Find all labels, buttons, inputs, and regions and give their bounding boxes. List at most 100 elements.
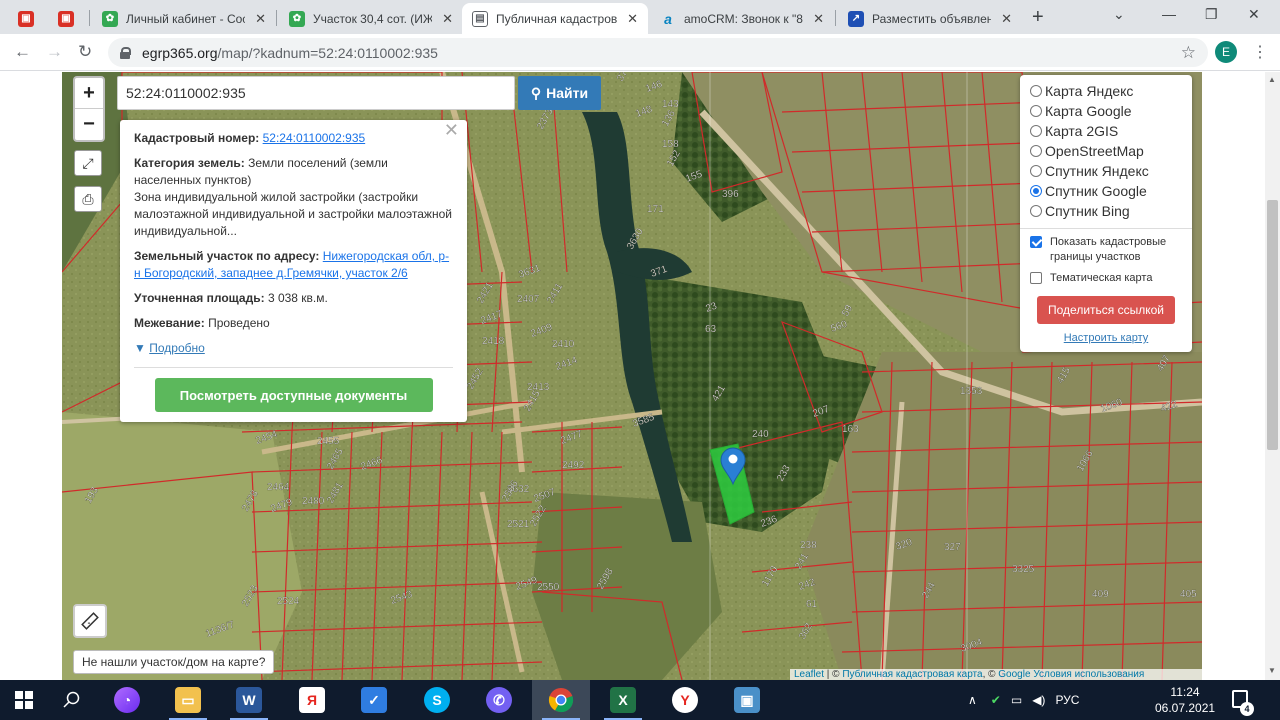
tab-pinned-2[interactable]: ▣ bbox=[48, 3, 88, 34]
tab-title: Личный кабинет - Сос bbox=[126, 11, 246, 26]
profile-avatar[interactable]: E bbox=[1215, 41, 1237, 63]
browser-menu-icon[interactable]: ⋮ bbox=[1252, 42, 1268, 62]
page-scrollbar[interactable]: ▲ ▼ bbox=[1265, 72, 1280, 680]
close-icon[interactable]: ✕ bbox=[1001, 11, 1012, 27]
ruler-icon[interactable] bbox=[73, 604, 107, 638]
google-link[interactable]: Google bbox=[998, 669, 1030, 680]
todo-icon[interactable]: ✓ bbox=[345, 680, 403, 720]
layer-radio[interactable] bbox=[1030, 105, 1042, 117]
thematic-map-checkbox[interactable] bbox=[1030, 272, 1042, 284]
parcel-number-label: 2550 bbox=[537, 582, 560, 593]
address-row: Земельный участок по адресу: Нижегородск… bbox=[134, 248, 453, 282]
system-clock[interactable]: 11:24 06.07.2021 bbox=[1155, 684, 1215, 716]
view-documents-button[interactable]: Посмотреть доступные документы bbox=[154, 378, 433, 412]
show-borders-option[interactable]: Показать кадастровые границы участков bbox=[1030, 235, 1182, 265]
fullscreen-icon[interactable]: ⤢ bbox=[74, 150, 102, 176]
not-found-link[interactable]: Не нашли участок/дом на карте? bbox=[73, 650, 275, 674]
chrome-icon[interactable] bbox=[532, 680, 590, 720]
restore-button[interactable]: ❐ bbox=[1205, 6, 1218, 23]
address-bar[interactable]: egrp365.org/map/?kadnum=52:24:0110002:93… bbox=[108, 38, 1208, 67]
layer-radio[interactable] bbox=[1030, 165, 1042, 177]
leaflet-link[interactable]: Leaflet bbox=[794, 669, 824, 680]
parcel-number-label: 3632 bbox=[507, 484, 530, 495]
skype-icon[interactable]: S bbox=[408, 680, 466, 720]
configure-map-link[interactable]: Настроить карту bbox=[1030, 332, 1182, 344]
layer-radio[interactable] bbox=[1030, 185, 1042, 197]
parcel-number-label: 240 bbox=[752, 429, 769, 440]
map-attribution: Leaflet | © Публичная кадастровая карта,… bbox=[790, 669, 1202, 680]
search-icon[interactable] bbox=[48, 680, 96, 720]
word-icon[interactable]: W bbox=[220, 680, 278, 720]
tab-personal-account[interactable]: ✿ Личный кабинет - Сос ✕ bbox=[92, 3, 276, 34]
new-tab-button[interactable]: + bbox=[1032, 6, 1044, 29]
layer-radio[interactable] bbox=[1030, 205, 1042, 217]
alice-assistant-icon[interactable]: ◔ bbox=[98, 680, 156, 720]
close-icon[interactable]: ✕ bbox=[255, 11, 266, 27]
tab-search-button[interactable]: ⌄ bbox=[1113, 6, 1125, 23]
layer-option[interactable]: Карта Google bbox=[1030, 101, 1182, 121]
zone-text: Зона индивидуальной жилой застройки (зас… bbox=[134, 190, 452, 238]
find-button[interactable]: ⚲ Найти bbox=[518, 76, 601, 110]
yandex-icon[interactable]: Y bbox=[656, 680, 714, 720]
thematic-map-option[interactable]: Тематическая карта bbox=[1030, 271, 1182, 286]
tab-cadastral-map[interactable]: ▤ Публичная кадастрова ✕ bbox=[462, 3, 648, 34]
layer-radio[interactable] bbox=[1030, 85, 1042, 97]
layer-option[interactable]: Карта 2GIS bbox=[1030, 121, 1182, 141]
input-language[interactable]: РУС bbox=[1055, 693, 1079, 707]
close-icon[interactable]: ✕ bbox=[627, 11, 638, 27]
viber-icon[interactable]: ✆ bbox=[470, 680, 528, 720]
yandex-browser-icon[interactable]: Я bbox=[283, 680, 341, 720]
show-hidden-icons-icon[interactable]: ∧ bbox=[968, 693, 977, 707]
terms-link[interactable]: Условия использования bbox=[1033, 669, 1144, 680]
layer-option[interactable]: Спутник Яндекс bbox=[1030, 161, 1182, 181]
bookmark-star-icon[interactable]: ☆ bbox=[1181, 43, 1196, 63]
forward-button[interactable]: → bbox=[46, 42, 63, 62]
tab-plot[interactable]: ✿ Участок 30,4 сот. (ИЖС ✕ bbox=[279, 3, 463, 34]
excel-icon[interactable]: X bbox=[594, 680, 652, 720]
scroll-up-icon[interactable]: ▲ bbox=[1268, 75, 1276, 84]
tab-favicon: ✿ bbox=[102, 10, 118, 27]
zoom-in-button[interactable]: + bbox=[75, 78, 103, 109]
parcel-number-label: 1353 bbox=[960, 386, 983, 397]
volume-icon[interactable]: ◀) bbox=[1032, 693, 1045, 707]
back-button[interactable]: ← bbox=[14, 42, 31, 62]
shield-check-icon[interactable]: ✔ bbox=[991, 693, 1001, 707]
network-icon[interactable]: ▭ bbox=[1011, 693, 1022, 707]
parcel-number-label: 2464 bbox=[267, 482, 290, 493]
close-icon[interactable]: ✕ bbox=[444, 121, 459, 139]
show-borders-checkbox[interactable] bbox=[1030, 236, 1042, 248]
start-button[interactable] bbox=[0, 680, 48, 720]
layer-radio[interactable] bbox=[1030, 145, 1042, 157]
window-close-button[interactable]: ✕ bbox=[1248, 6, 1260, 23]
parcel-number-label: 163 bbox=[842, 424, 859, 435]
minimize-button[interactable]: — bbox=[1162, 6, 1176, 22]
tab-favicon: a bbox=[664, 10, 672, 27]
details-toggle[interactable]: ▼ Подробно bbox=[134, 340, 453, 357]
print-icon[interactable]: ⎙ bbox=[74, 186, 102, 212]
scroll-down-icon[interactable]: ▼ bbox=[1268, 666, 1276, 675]
close-icon[interactable]: ✕ bbox=[813, 11, 824, 27]
file-explorer-icon[interactable]: ▭ bbox=[159, 680, 217, 720]
layer-option[interactable]: Спутник Google bbox=[1030, 181, 1182, 201]
zoom-out-button[interactable]: − bbox=[75, 109, 103, 140]
search-icon: ⚲ bbox=[530, 84, 542, 101]
layer-option[interactable]: OpenStreetMap bbox=[1030, 141, 1182, 161]
find-button-label: Найти bbox=[546, 85, 589, 101]
tab-pinned-1[interactable]: ▣ bbox=[8, 3, 48, 34]
close-icon[interactable]: ✕ bbox=[442, 11, 453, 27]
scrollbar-thumb[interactable] bbox=[1267, 200, 1278, 450]
tab-post-ad[interactable]: ↗ Разместить объявлени ✕ bbox=[838, 3, 1022, 34]
layer-radio[interactable] bbox=[1030, 125, 1042, 137]
cadnum-link[interactable]: 52:24:0110002:935 bbox=[263, 131, 366, 145]
zoom-control: + − bbox=[73, 76, 105, 142]
share-link-button[interactable]: Поделиться ссылкой bbox=[1037, 296, 1175, 324]
layer-option[interactable]: Спутник Bing bbox=[1030, 201, 1182, 221]
cadastral-search-input[interactable]: 52:24:0110002:935 bbox=[117, 76, 515, 110]
tab-amocrm[interactable]: a amoCRM: Звонок к "89 ✕ bbox=[650, 3, 834, 34]
cadastral-map-link[interactable]: Публичная кадастровая карта bbox=[842, 669, 982, 680]
layer-option[interactable]: Карта Яндекс bbox=[1030, 81, 1182, 101]
cadnum-row: Кадастровый номер: 52:24:0110002:935 bbox=[134, 130, 453, 147]
reload-button[interactable]: ↻ bbox=[78, 42, 92, 62]
layer-label: Спутник Bing bbox=[1045, 203, 1130, 219]
network-drive-icon[interactable]: ▣ bbox=[718, 680, 776, 720]
